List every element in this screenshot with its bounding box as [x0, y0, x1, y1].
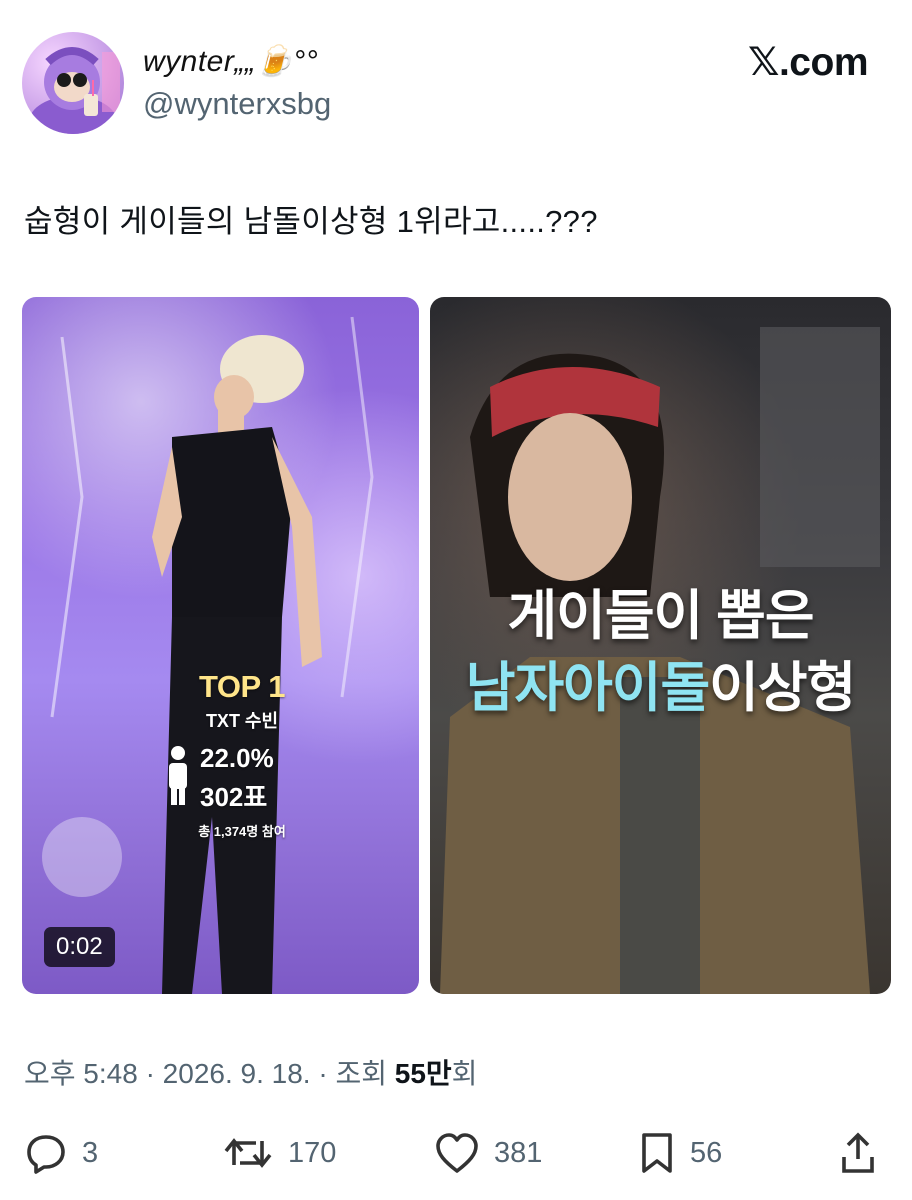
performer-image — [42, 316, 374, 994]
user-handle[interactable]: @wynterxsbg — [143, 86, 331, 122]
vote-percent: 22.0% — [200, 743, 274, 773]
view-count: 55만 — [394, 1058, 452, 1089]
image-thumbnail[interactable]: 게이들이 뽑은 남자아이돌이상형 — [430, 297, 891, 994]
bookmark-count: 56 — [690, 1136, 723, 1169]
bookmark-button[interactable]: 56 — [638, 1118, 722, 1188]
rank-label: TOP 1 — [199, 669, 285, 704]
share-icon — [842, 1132, 874, 1173]
post-time[interactable]: 오후 5:48 · 2026. 9. 18. · 조회 — [24, 1058, 395, 1089]
x-brand-logo: 𝕏.com — [748, 40, 868, 85]
vote-count: 302표 — [200, 782, 268, 812]
repost-button[interactable]: 170 — [222, 1118, 336, 1188]
video-duration-badge: 0:02 — [44, 927, 115, 967]
avatar[interactable] — [22, 32, 124, 134]
overlay-title-line2: 남자아이돌이상형 — [430, 643, 891, 722]
participants-count: 총 1,374명 참여 — [198, 824, 286, 839]
repost-count: 170 — [288, 1136, 337, 1169]
bookmark-icon — [642, 1133, 672, 1173]
video-thumbnail[interactable]: TOP 1 TXT 수빈 22.0% 302표 총 1,374명 참여 0:02 — [22, 297, 419, 994]
reply-button[interactable]: 3 — [24, 1118, 98, 1188]
tweet-timestamp: 오후 5:48 · 2026. 9. 18. · 조회 55만회 — [24, 1052, 477, 1092]
overlay-title-part-b: 이상형 — [709, 658, 856, 718]
view-suffix: 회 — [451, 1058, 478, 1089]
repost-icon — [224, 1138, 272, 1168]
heart-icon — [436, 1133, 478, 1173]
reply-icon — [27, 1135, 65, 1174]
like-button[interactable]: 381 — [434, 1118, 542, 1188]
reply-count: 3 — [82, 1136, 99, 1169]
action-bar: 3 170 381 56 — [0, 1118, 912, 1188]
avatar-illustration — [29, 47, 120, 134]
person-icon — [169, 746, 187, 805]
display-name[interactable]: wynter„„🍺°° — [143, 44, 318, 79]
like-count: 381 — [494, 1136, 543, 1169]
overlay-title-line1: 게이들이 뽑은 — [507, 586, 814, 646]
brand-label: .com — [778, 41, 869, 84]
x-logo-icon: 𝕏 — [748, 40, 779, 85]
tweet-text: 숩형이 게이들의 남돌이상형 1위라고.....??? — [24, 204, 598, 239]
rank-subject: TXT 수빈 — [205, 711, 279, 731]
share-button[interactable] — [840, 1118, 876, 1188]
tweet-header: wynter„„🍺°° @wynterxsbg 𝕏.com — [0, 0, 912, 150]
overlay-title-part-a: 남자아이돌 — [465, 658, 710, 718]
